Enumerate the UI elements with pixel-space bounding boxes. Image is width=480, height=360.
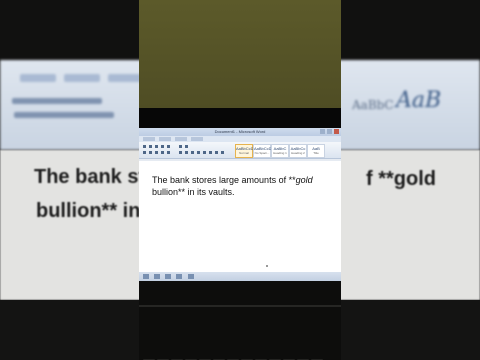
laptop-keyboard-area [139, 281, 341, 360]
document-page[interactable]: The bank stores large amounts of **gold … [139, 161, 341, 272]
taskbar-app-icon[interactable] [187, 274, 194, 280]
mouse-cursor [266, 265, 268, 267]
toolbar-icon[interactable] [161, 151, 164, 154]
style-normal[interactable]: AaBbCcDc Normal [235, 144, 256, 158]
ribbon-tab[interactable] [175, 137, 187, 141]
window-title: Document1 - Microsoft Word [214, 129, 266, 134]
italic-icon[interactable] [149, 151, 152, 154]
style-heading-2[interactable]: AaBbCc Heading 2 [289, 144, 307, 158]
toolbar-icon[interactable] [215, 151, 218, 154]
background-toolbar-row [14, 112, 114, 118]
laptop-bezel [139, 108, 341, 128]
background-text-line1: The bank st [34, 166, 146, 188]
text-prefix: The bank stores large amounts of ** [152, 175, 296, 185]
background-toolbar-row [12, 98, 102, 104]
ribbon-tab[interactable] [159, 137, 171, 141]
toolbar-icon[interactable] [221, 151, 224, 154]
toolbar-icon[interactable] [191, 151, 194, 154]
start-icon[interactable] [143, 274, 149, 280]
laptop-hinge [139, 305, 341, 307]
style-label: Heading 1 [273, 151, 287, 155]
taskbar-app-icon[interactable] [176, 274, 183, 280]
background-style-preview-small: AaBbC [352, 98, 394, 112]
toolbar-icon[interactable] [203, 151, 206, 154]
ribbon-toolbar: AaBbCcDc Normal AaBbCcDc No Spaci... AaB… [139, 142, 341, 159]
toolbar-icon[interactable] [167, 151, 170, 154]
toolbar-icon[interactable] [155, 145, 158, 148]
maximize-icon[interactable] [326, 129, 332, 134]
toolbar-icon[interactable] [185, 145, 188, 148]
toolbar-icon[interactable] [197, 151, 200, 154]
background-text-line2: bullion** in [36, 200, 141, 222]
foreground-photo: Document1 - Microsoft Word AaBbCcDc Norm… [139, 0, 341, 360]
minimize-icon[interactable] [319, 129, 325, 134]
ribbon-tab[interactable] [143, 137, 155, 141]
toolbar-icon[interactable] [185, 151, 188, 154]
toolbar-icon[interactable] [209, 151, 212, 154]
style-label: Heading 2 [291, 151, 305, 155]
style-label: No Spaci... [254, 151, 270, 155]
title-bar: Document1 - Microsoft Word [139, 128, 341, 136]
taskbar-app-icon[interactable] [154, 274, 161, 280]
style-heading-1[interactable]: AaBbC Heading 1 [271, 144, 289, 158]
document-text[interactable]: The bank stores large amounts of **gold … [152, 174, 328, 198]
ribbon-tab[interactable] [191, 137, 203, 141]
background-tab [64, 74, 100, 82]
style-label: Normal [239, 151, 249, 155]
underline-icon[interactable] [155, 151, 158, 154]
style-label: Title [313, 151, 319, 155]
close-icon[interactable] [334, 129, 339, 134]
toolbar-icon[interactable] [143, 145, 146, 148]
keyboard-keys [143, 351, 339, 360]
toolbar-icon[interactable] [179, 145, 182, 148]
background-text-line1-right: f **gold [366, 168, 436, 190]
taskbar [139, 272, 341, 281]
background-tab [20, 74, 56, 82]
style-no-spacing[interactable]: AaBbCcDc No Spaci... [253, 144, 274, 158]
style-title[interactable]: AaB Title [307, 144, 325, 158]
taskbar-app-icon[interactable] [165, 274, 172, 280]
toolbar-icon[interactable] [179, 151, 182, 154]
background-style-preview: AaB [396, 88, 442, 113]
toolbar-icon[interactable] [149, 145, 152, 148]
toolbar-icon[interactable] [161, 145, 164, 148]
wall [139, 0, 341, 108]
word-window: Document1 - Microsoft Word AaBbCcDc Norm… [139, 128, 341, 281]
toolbar-icon[interactable] [167, 145, 170, 148]
text-italic-emphasis: gold [295, 175, 313, 185]
text-suffix: bullion** in its vaults. [152, 187, 235, 197]
bold-icon[interactable] [143, 151, 146, 154]
